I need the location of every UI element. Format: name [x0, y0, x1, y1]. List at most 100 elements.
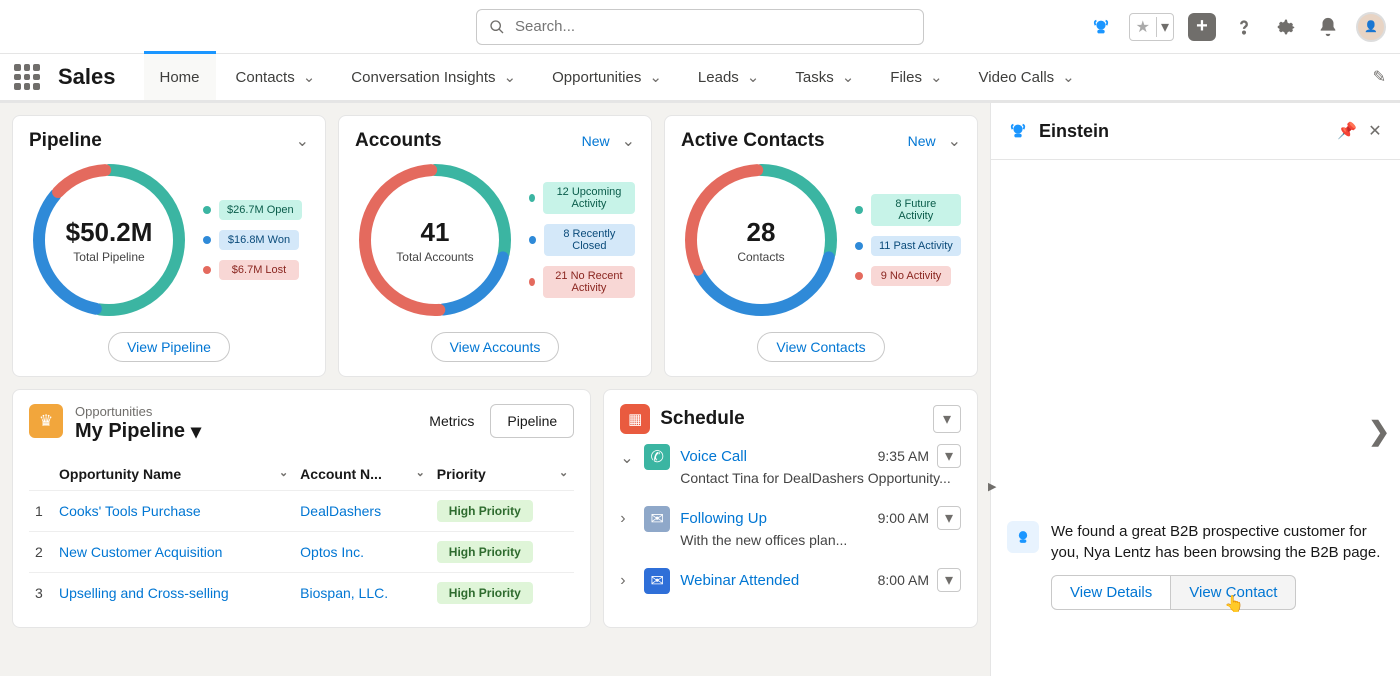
- contacts-view-button[interactable]: View Contacts: [757, 332, 884, 362]
- view-details-button[interactable]: View Details: [1051, 575, 1171, 610]
- opportunities-title[interactable]: My Pipeline ▾: [75, 419, 201, 444]
- new-link[interactable]: New: [582, 133, 610, 149]
- expand-toggle[interactable]: ⌄: [620, 444, 634, 468]
- einstein-message: We found a great B2B prospective custome…: [1051, 521, 1384, 563]
- donut-value: 41: [421, 217, 450, 248]
- priority-badge: High Priority: [437, 541, 533, 563]
- legend-dot: [203, 266, 211, 274]
- expand-toggle[interactable]: ›: [620, 506, 634, 528]
- col-priority[interactable]: Priority⌄: [431, 458, 574, 491]
- donut-chart: $50.2MTotal Pipeline: [29, 160, 189, 320]
- schedule-item: › ✉ Webinar Attended 8:00 AM ▾: [620, 558, 961, 604]
- schedule-title: Schedule: [660, 408, 923, 430]
- legend-pill: 21 No Recent Activity: [543, 266, 635, 298]
- table-row: 2 New Customer Acquisition Optos Inc. Hi…: [29, 532, 574, 573]
- nav-tab-conversation-insights[interactable]: Conversation Insights⌄: [335, 53, 532, 102]
- nav-tab-home[interactable]: Home: [144, 51, 216, 100]
- chevron-down-icon[interactable]: ⌄: [504, 68, 517, 86]
- event-menu-button[interactable]: ▾: [937, 506, 961, 530]
- new-link[interactable]: New: [908, 133, 936, 149]
- expand-toggle[interactable]: ›: [620, 568, 634, 590]
- account-link[interactable]: DealDashers: [294, 491, 431, 532]
- pipeline-view-button[interactable]: View Pipeline: [108, 332, 230, 362]
- chevron-down-icon[interactable]: ⌄: [842, 68, 855, 86]
- nav-tab-tasks[interactable]: Tasks⌄: [779, 53, 870, 102]
- legend-dot: [855, 272, 863, 280]
- chevron-down-icon[interactable]: ⌄: [747, 68, 760, 86]
- metrics-toggle[interactable]: Metrics: [413, 405, 490, 437]
- nav-tab-contacts[interactable]: Contacts⌄: [220, 53, 332, 102]
- event-time: 9:00 AM: [878, 510, 929, 526]
- view-contact-button[interactable]: View Contact: [1171, 575, 1296, 610]
- chevron-down-icon[interactable]: ⌄: [622, 131, 635, 151]
- edit-nav-icon[interactable]: ✎: [1373, 67, 1386, 87]
- event-link[interactable]: Voice Call: [680, 448, 877, 465]
- donut-label: Contacts: [737, 250, 784, 264]
- search-input[interactable]: [515, 18, 911, 35]
- chevron-down-icon[interactable]: ⌄: [649, 68, 662, 86]
- legend-dot: [529, 278, 535, 286]
- opportunity-link[interactable]: Cooks' Tools Purchase: [53, 491, 294, 532]
- legend-pill: 8 Recently Closed: [544, 224, 635, 256]
- chevron-down-icon[interactable]: ⌄: [296, 131, 309, 151]
- nav-tab-label: Files: [890, 69, 922, 86]
- opportunities-subtitle: Opportunities: [75, 404, 201, 419]
- event-link[interactable]: Following Up: [680, 510, 877, 527]
- close-icon[interactable]: ✕: [1366, 117, 1384, 145]
- event-type-icon: ✉: [644, 568, 670, 594]
- event-time: 8:00 AM: [878, 572, 929, 588]
- pipeline-card: Pipeline ⌄ $50.2MTotal Pipeline $26.7M O…: [12, 115, 326, 377]
- event-menu-button[interactable]: ▾: [937, 568, 961, 592]
- legend-pill: 9 No Activity: [871, 266, 951, 286]
- nav-tab-label: Opportunities: [552, 69, 641, 86]
- settings-gear-icon[interactable]: [1272, 13, 1300, 41]
- nav-tab-opportunities[interactable]: Opportunities ⌄: [536, 53, 678, 102]
- nav-tab-files[interactable]: Files ⌄: [874, 53, 958, 102]
- chevron-down-icon: ⌄: [279, 466, 288, 479]
- app-launcher-icon[interactable]: [14, 64, 40, 90]
- favorites-menu[interactable]: ★▾: [1129, 13, 1174, 41]
- help-icon[interactable]: [1230, 13, 1258, 41]
- einstein-icon[interactable]: [1087, 13, 1115, 41]
- legend-dot: [855, 206, 863, 214]
- notifications-bell-icon[interactable]: [1314, 13, 1342, 41]
- legend-pill: 8 Future Activity: [871, 194, 961, 226]
- account-link[interactable]: Biospan, LLC.: [294, 573, 431, 614]
- event-link[interactable]: Webinar Attended: [680, 572, 877, 589]
- collapse-panel-handle[interactable]: ▶: [988, 480, 996, 493]
- chevron-down-icon[interactable]: ⌄: [930, 68, 943, 86]
- legend-pill: 12 Upcoming Activity: [543, 182, 635, 214]
- legend: 8 Future Activity11 Past Activity9 No Ac…: [855, 194, 961, 286]
- col-account-name[interactable]: Account N...⌄: [294, 458, 431, 491]
- card-title: Active Contacts: [681, 130, 825, 152]
- pipeline-toggle[interactable]: Pipeline: [490, 404, 574, 438]
- account-link[interactable]: Optos Inc.: [294, 532, 431, 573]
- chevron-down-icon[interactable]: ⌄: [948, 131, 961, 151]
- priority-badge: High Priority: [437, 500, 533, 522]
- opportunity-link[interactable]: Upselling and Cross-selling: [53, 573, 294, 614]
- chevron-down-icon[interactable]: ⌄: [1062, 68, 1075, 86]
- user-avatar[interactable]: 👤: [1356, 12, 1386, 42]
- priority-badge: High Priority: [437, 582, 533, 604]
- chevron-down-icon[interactable]: ⌄: [303, 68, 316, 86]
- chevron-down-icon: ⌄: [416, 466, 425, 479]
- app-nav-bar: Sales HomeContacts⌄Conversation Insights…: [0, 54, 1400, 103]
- opportunity-link[interactable]: New Customer Acquisition: [53, 532, 294, 573]
- global-search[interactable]: [476, 9, 924, 45]
- row-index: 3: [29, 573, 53, 614]
- nav-tab-leads[interactable]: Leads⌄: [682, 53, 775, 102]
- carousel-next-button[interactable]: ❯: [1368, 416, 1390, 447]
- accounts-view-button[interactable]: View Accounts: [431, 332, 560, 362]
- nav-tab-video-calls[interactable]: Video Calls⌄: [963, 53, 1091, 102]
- pin-icon[interactable]: 📌: [1338, 117, 1356, 145]
- global-add-button[interactable]: +: [1188, 13, 1216, 41]
- event-menu-button[interactable]: ▾: [937, 444, 961, 468]
- col-opportunity-name[interactable]: Opportunity Name⌄: [53, 458, 294, 491]
- legend-dot: [855, 242, 863, 250]
- card-title: Pipeline: [29, 130, 102, 152]
- event-description: Contact Tina for DealDashers Opportunity…: [680, 470, 961, 486]
- legend-pill: $6.7M Lost: [219, 260, 299, 280]
- schedule-menu-button[interactable]: ▾: [933, 405, 961, 433]
- nav-tab-label: Home: [160, 69, 200, 86]
- global-header: ★▾ + 👤: [0, 0, 1400, 54]
